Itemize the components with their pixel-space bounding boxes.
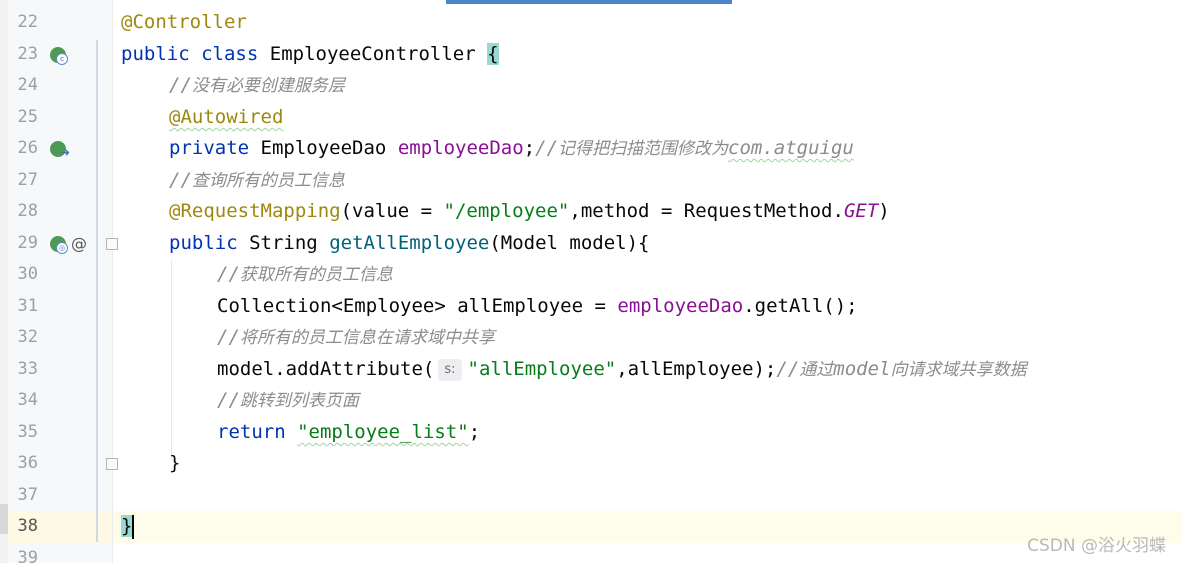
line-number: 34 (17, 390, 38, 410)
keyword: public (121, 43, 190, 65)
comment-text: 将所有的员工信息在请求域中共享 (239, 328, 495, 348)
line-number: 23 (17, 44, 38, 64)
line-number: 33 (17, 359, 38, 379)
line-number: 36 (17, 453, 38, 473)
code-text: ,allEmployee); (616, 358, 777, 380)
keyword: class (201, 43, 259, 65)
line-number: 24 (17, 75, 38, 95)
spring-request-mapping-icon[interactable]: ◎ (50, 236, 68, 254)
code-line-26[interactable]: private EmployeeDao employeeDao;//记得把扫描范… (169, 133, 854, 165)
line-number: 27 (17, 170, 38, 190)
annotation-request-mapping: @RequestMapping (169, 200, 341, 222)
code-line-32[interactable]: //将所有的员工信息在请求域中共享 (217, 322, 495, 354)
code-line-30[interactable]: //获取所有的员工信息 (217, 259, 393, 291)
string-literal: "employee_list" (297, 421, 469, 443)
line-number: 31 (17, 296, 38, 316)
class-name: EmployeeController (269, 43, 476, 65)
scroll-thumb[interactable] (0, 504, 8, 534)
comment-marker: // (776, 358, 800, 380)
vcs-change-marker (96, 40, 98, 542)
semicolon: ; (468, 421, 481, 443)
code-line-22[interactable]: @Controller (121, 7, 247, 38)
parameter-hint: s: (438, 358, 462, 381)
line-number: 25 (17, 107, 38, 127)
spring-bean-icon[interactable]: c (50, 47, 68, 65)
comment-marker: // (217, 389, 240, 411)
comment-text: 通过 (799, 360, 834, 380)
matched-brace-open: { (487, 43, 499, 65)
code-line-38[interactable]: } (121, 511, 135, 542)
comment-text: 查询所有的员工信息 (191, 171, 345, 191)
line-number: 32 (17, 327, 38, 347)
type-name: String (249, 232, 318, 254)
comment-package: com.atguigu (728, 137, 854, 159)
code-text: .getAll(); (743, 295, 858, 317)
keyword: private (169, 137, 250, 159)
keyword: public (169, 232, 238, 254)
code-text: ) (878, 200, 890, 222)
code-line-29[interactable]: public String getAllEmployee(Model model… (169, 228, 650, 259)
field-name: employeeDao (617, 295, 744, 317)
code-text: ,method = RequestMethod. (569, 200, 844, 222)
code-text: model.addAttribute( (217, 358, 435, 380)
code-line-28[interactable]: @RequestMapping(value = "/employee",meth… (169, 196, 890, 227)
spring-autowired-icon[interactable]: ➜ (50, 141, 70, 158)
line-number: 35 (17, 422, 38, 442)
code-line-24[interactable]: //没有必要创建服务层 (169, 70, 345, 102)
gutter-separator (112, 0, 113, 563)
method-params: (Model model){ (489, 232, 650, 254)
comment-text: 获取所有的员工信息 (239, 265, 393, 285)
enum-constant: GET (843, 200, 879, 222)
fold-marker-icon[interactable] (106, 458, 118, 470)
line-number: 30 (17, 264, 38, 284)
comment-text: 跳转到列表页面 (239, 391, 359, 411)
at-icon[interactable]: @ (71, 228, 87, 259)
comment-text: 向请求域共享数据 (890, 360, 1027, 380)
code-line-23[interactable]: public class EmployeeController { (121, 39, 499, 70)
left-scroll-strip[interactable] (0, 0, 8, 563)
comment-marker: // (169, 169, 192, 191)
method-name: getAllEmployee (329, 232, 490, 254)
string-literal: "allEmployee" (467, 358, 617, 380)
type-name: EmployeeDao (260, 137, 387, 159)
fold-marker-icon[interactable] (106, 238, 118, 250)
code-line-25[interactable]: @Autowired (169, 102, 283, 133)
code-line-36[interactable]: } (169, 448, 180, 479)
active-tab-indicator (446, 0, 732, 4)
current-line-highlight (113, 511, 1182, 543)
line-number-current: 38 (17, 516, 38, 536)
annotation-autowired: @Autowired (169, 106, 284, 128)
comment-marker: // (217, 263, 240, 285)
code-text: (value = (340, 200, 444, 222)
line-number: 28 (17, 201, 38, 221)
comment-text: model (833, 358, 891, 380)
comment-marker: // (169, 74, 192, 96)
code-text: Collection<Employee> allEmployee = (217, 295, 618, 317)
code-line-27[interactable]: //查询所有的员工信息 (169, 165, 345, 197)
annotation-controller: @Controller (121, 11, 247, 33)
string-literal: "/employee" (443, 200, 570, 222)
line-number: 39 (17, 548, 38, 568)
semicolon: ; (523, 137, 536, 159)
matched-brace-close: } (121, 515, 133, 537)
comment-marker: // (217, 326, 240, 348)
line-number: 26 (17, 138, 38, 158)
line-number: 37 (17, 485, 38, 505)
code-line-35[interactable]: return "employee_list"; (217, 417, 480, 448)
indent-guide (171, 260, 172, 460)
field-name: employeeDao (397, 137, 524, 159)
comment-marker: // (535, 137, 559, 159)
code-line-34[interactable]: //跳转到列表页面 (217, 385, 359, 417)
closing-brace: } (169, 452, 181, 474)
keyword: return (217, 421, 286, 443)
comment-text: 记得把扫描范围修改为 (558, 139, 729, 159)
comment-text: 没有必要创建服务层 (191, 76, 345, 96)
csdn-watermark: CSDN @浴火羽蝶 (1027, 536, 1166, 556)
code-line-33[interactable]: model.addAttribute(s: "allEmployee",allEm… (217, 354, 1026, 386)
code-line-31[interactable]: Collection<Employee> allEmployee = emplo… (217, 291, 858, 322)
line-number: 29 (17, 233, 38, 253)
line-number: 22 (17, 12, 38, 32)
text-caret (132, 514, 135, 539)
